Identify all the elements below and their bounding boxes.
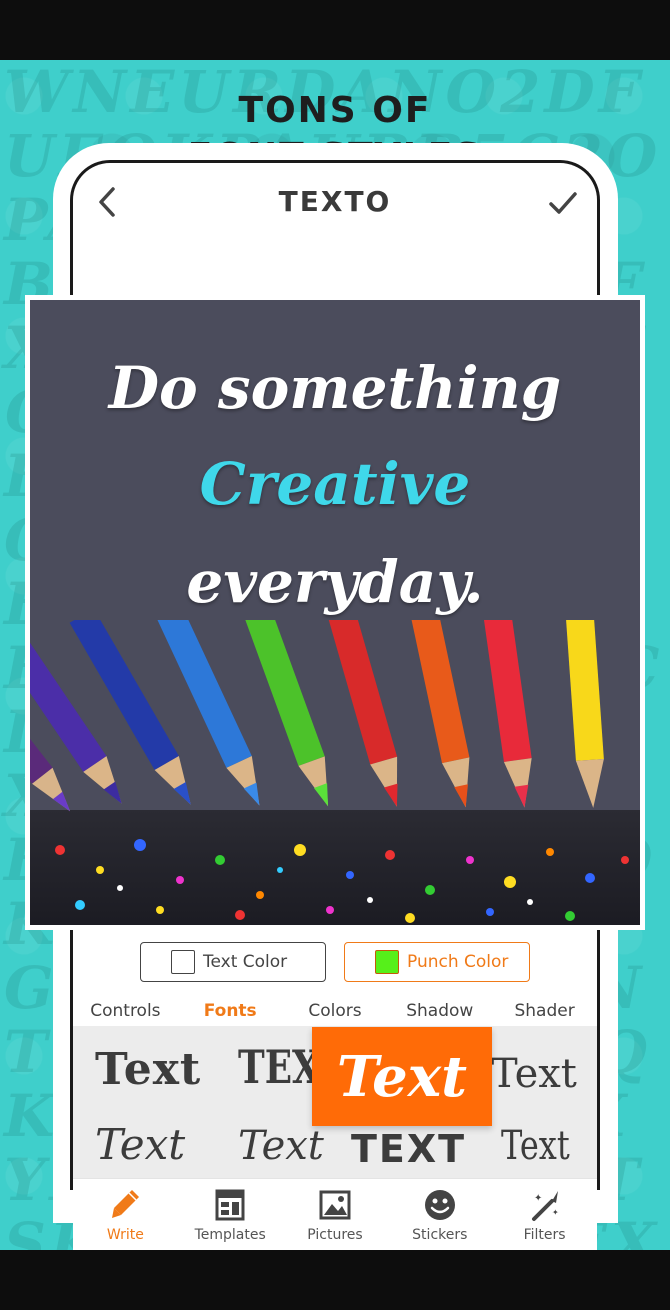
nav-pictures-label: Pictures — [307, 1227, 363, 1243]
smiley-icon — [424, 1190, 455, 1220]
nav-write-label: Write — [106, 1227, 144, 1243]
canvas-image: Do something Creative everyday. — [30, 300, 640, 925]
nav-filters[interactable]: ✦ ✦ Filters — [492, 1179, 597, 1250]
navigation-bar — [0, 1250, 670, 1310]
templates-icon — [215, 1189, 245, 1221]
font-option-condensed[interactable]: Text — [501, 1126, 570, 1166]
tab-controls[interactable]: Controls — [73, 996, 178, 1026]
quote-line-2[interactable]: Creative — [30, 450, 640, 518]
font-option-oldstyle[interactable]: Text — [491, 1054, 577, 1094]
svg-text:✦: ✦ — [534, 1193, 542, 1204]
picture-icon — [319, 1190, 351, 1220]
nav-templates-label: Templates — [194, 1227, 266, 1243]
tab-fonts[interactable]: Fonts — [177, 996, 283, 1028]
font-option-stencil[interactable]: TEXT — [351, 1130, 466, 1168]
font-option-handwritten[interactable]: Text — [238, 1126, 324, 1166]
font-option-selected-script[interactable]: Text — [312, 1027, 492, 1126]
colored-pencils-photo — [30, 620, 640, 925]
text-color-button[interactable]: Text Color — [140, 942, 326, 982]
punch-color-swatch — [375, 950, 399, 974]
nav-templates[interactable]: Templates — [178, 1179, 283, 1250]
nav-write[interactable]: Write — [73, 1179, 178, 1250]
app-bar: TEXTO — [73, 163, 597, 238]
text-color-label: Text Color — [203, 952, 288, 972]
nav-stickers[interactable]: Stickers — [387, 1179, 492, 1250]
tab-shader[interactable]: Shader — [492, 996, 597, 1026]
punch-color-label: Punch Color — [407, 952, 509, 972]
pencil-icon — [112, 1190, 140, 1218]
text-color-swatch — [171, 950, 195, 974]
font-option-blackletter[interactable]: Text — [95, 1048, 201, 1092]
nav-filters-label: Filters — [523, 1227, 566, 1243]
font-option-gothic-script[interactable]: Text — [95, 1124, 185, 1166]
checkmark-icon — [549, 192, 577, 214]
tab-colors[interactable]: Colors — [283, 996, 388, 1026]
punch-color-button[interactable]: Punch Color — [344, 942, 530, 982]
headline-line-1: TONS OF — [238, 90, 432, 131]
nav-pictures[interactable]: Pictures — [283, 1179, 388, 1250]
magic-wand-icon: ✦ ✦ — [531, 1191, 559, 1221]
editor-tabs: Controls Fonts Colors Shadow Shader — [73, 996, 597, 1028]
bottom-nav: Write Templates Pictures Stickers ✦ ✦ Fi… — [73, 1178, 597, 1250]
app-title: TEXTO — [278, 185, 392, 218]
quote-line-3[interactable]: everyday. — [30, 548, 640, 616]
status-bar — [0, 0, 670, 60]
design-canvas[interactable]: Do something Creative everyday. — [25, 295, 645, 930]
nav-stickers-label: Stickers — [412, 1227, 468, 1243]
svg-text:✦: ✦ — [552, 1208, 559, 1217]
quote-line-1[interactable]: Do something — [30, 354, 640, 422]
tab-shadow[interactable]: Shadow — [387, 996, 492, 1026]
confirm-button[interactable] — [547, 187, 579, 219]
